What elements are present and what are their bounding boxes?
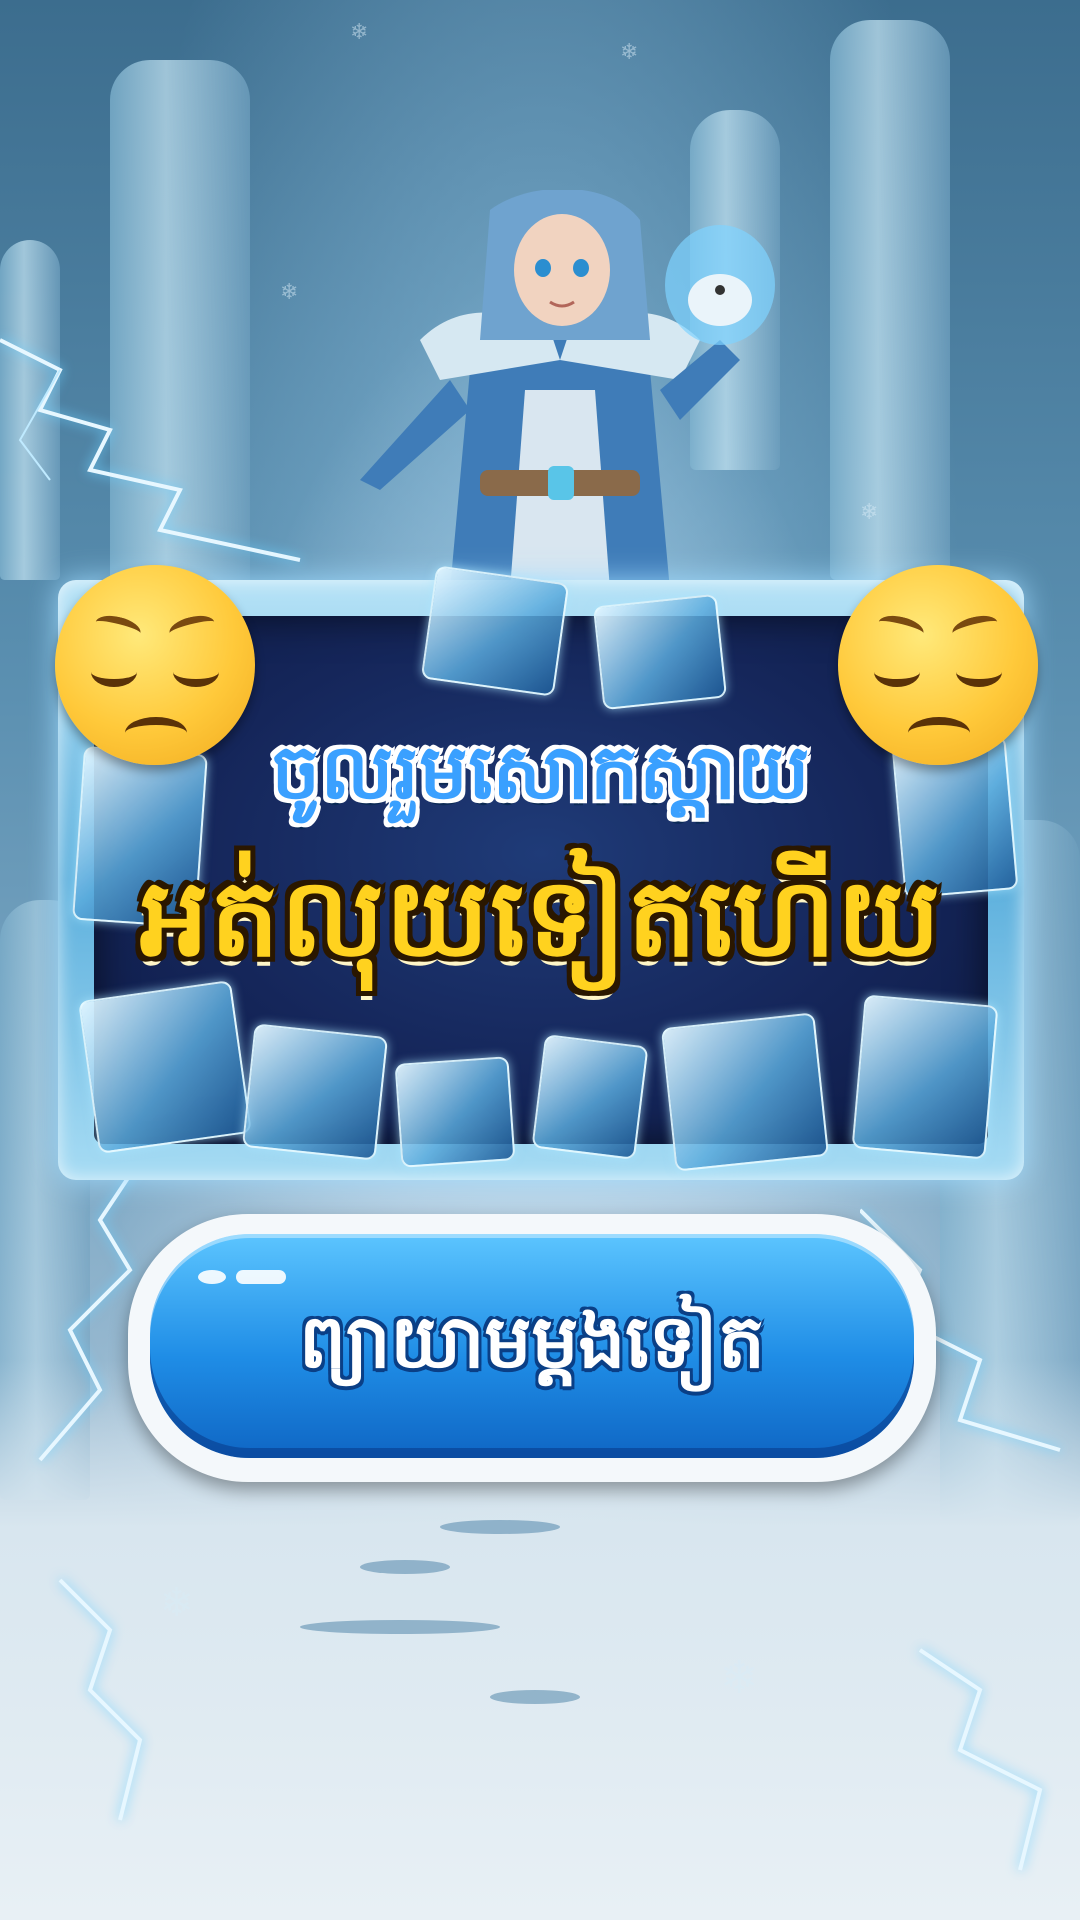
emoji-brow (876, 611, 926, 644)
emoji-eye (874, 657, 920, 687)
ice-block (420, 565, 570, 697)
ice-tower (830, 20, 950, 580)
emoji-eye (173, 657, 219, 687)
emoji-brow (167, 611, 217, 644)
ice-patch (360, 1560, 450, 1574)
snowflake-icon: ❄ (720, 1650, 759, 1704)
ice-block (592, 593, 728, 711)
try-again-button[interactable]: ព្យាយាមម្តងទៀត (128, 1214, 936, 1482)
out-of-money-title: អត់លុយទៀតហើយ (139, 856, 943, 981)
ice-patch (440, 1520, 560, 1534)
emoji-brow (93, 611, 143, 644)
snowflake-icon: ❄ (350, 20, 369, 45)
button-shine (236, 1270, 286, 1284)
ice-block (394, 1056, 516, 1168)
ice-block (660, 1012, 830, 1172)
pensive-face-icon (55, 565, 255, 765)
try-again-label[interactable]: ព្យាយាមម្តងទៀត (150, 1296, 914, 1404)
pensive-face-icon (838, 565, 1038, 765)
ice-block (531, 1034, 649, 1160)
button-shine (198, 1270, 226, 1284)
emoji-mouth (125, 717, 187, 749)
snowflake-icon: ❄ (860, 500, 879, 525)
emoji-eye (956, 657, 1002, 687)
snowflake-icon: ❄ (280, 280, 299, 305)
ice-block (851, 994, 999, 1160)
ice-patch (300, 1620, 500, 1634)
ice-block (241, 1023, 389, 1161)
snowflake-icon: ❄ (620, 40, 639, 65)
try-again-button-face[interactable]: ព្យាយាមម្តងទៀត (150, 1234, 914, 1458)
emoji-brow (950, 611, 1000, 644)
emoji-mouth (908, 717, 970, 749)
emoji-eye (91, 657, 137, 687)
ice-patch (490, 1690, 580, 1704)
ice-mage-character (360, 190, 775, 590)
lightning-effect (0, 338, 301, 562)
